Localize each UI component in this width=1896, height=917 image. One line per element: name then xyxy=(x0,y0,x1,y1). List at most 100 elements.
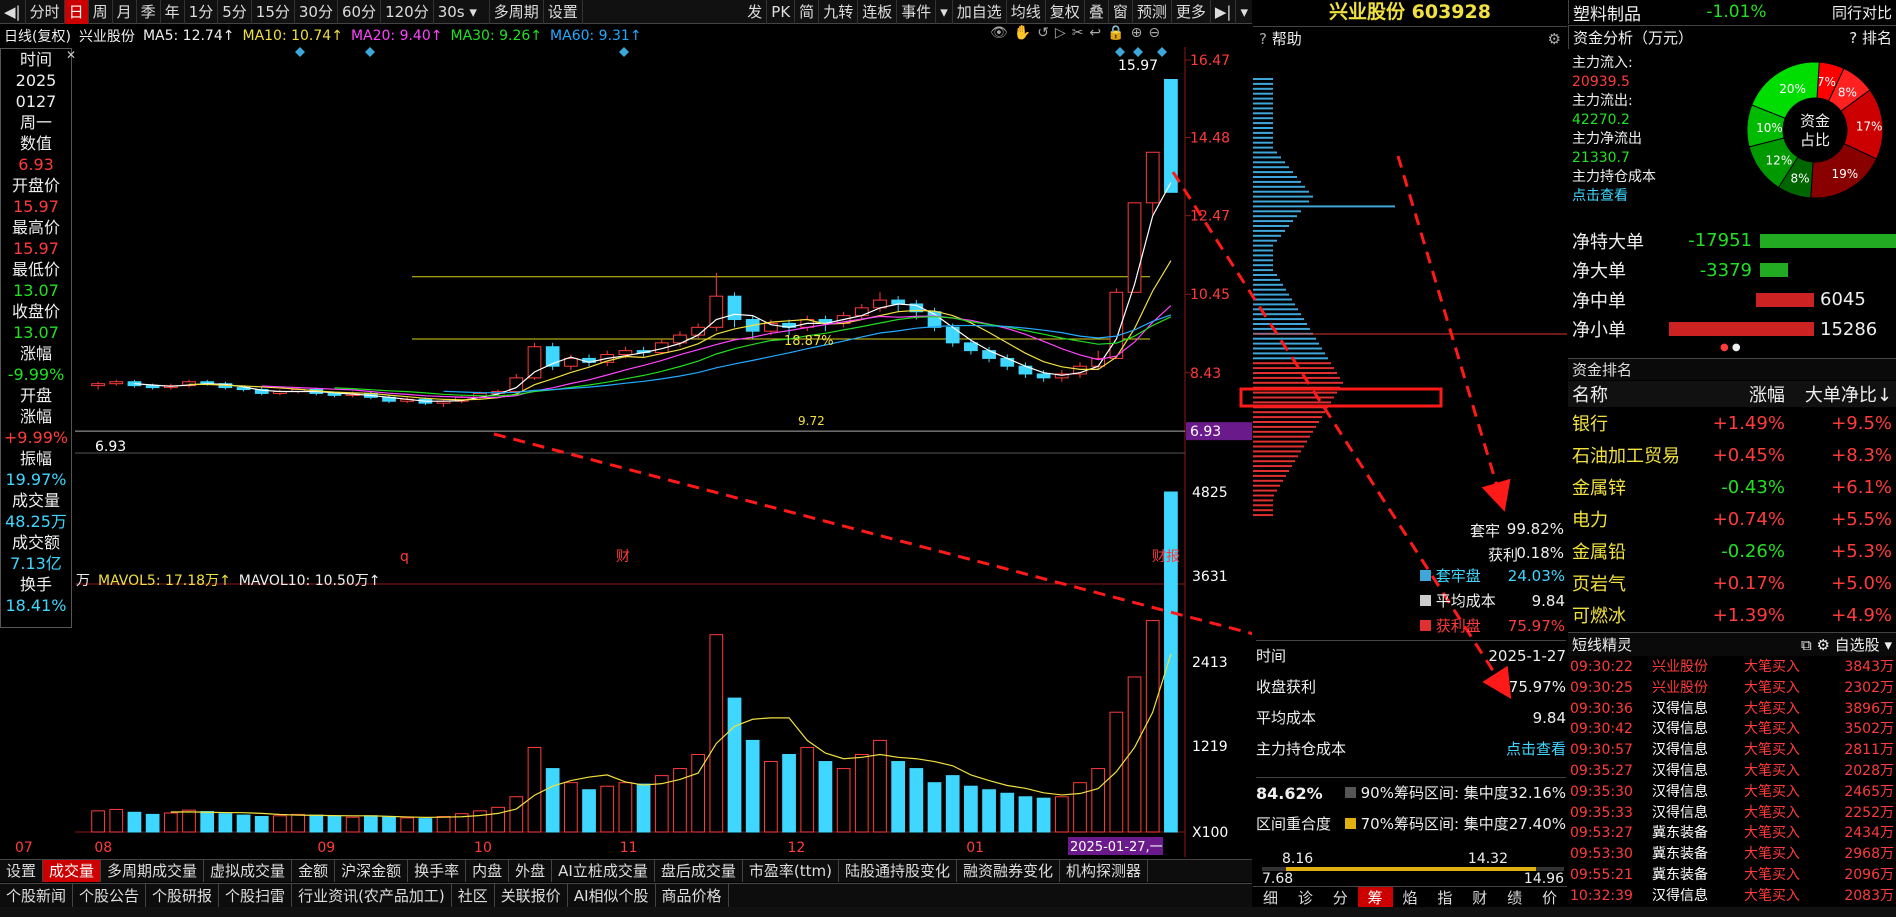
news-tab[interactable]: AI相似个股 xyxy=(568,884,656,907)
tb-event-dropdown-icon[interactable]: ▾ xyxy=(936,0,953,24)
trades-gear-icon[interactable]: ⚙ xyxy=(1816,636,1829,654)
indicator-tab[interactable]: 融资融券变化 xyxy=(957,860,1060,882)
tb-1min[interactable]: 1分 xyxy=(185,0,219,24)
tb-settings[interactable]: 设置 xyxy=(544,0,583,24)
trade-row[interactable]: 09:35:30 汉得信息 大笔买入 2465万 xyxy=(1570,782,1894,803)
news-tab[interactable]: 个股公告 xyxy=(73,884,147,907)
rank-row[interactable]: 金属铅 -0.26% +5.3% xyxy=(1568,535,1896,567)
news-tab[interactable]: 个股新闻 xyxy=(0,884,74,907)
sector-name[interactable]: 塑料制品 xyxy=(1573,0,1641,25)
compare-link[interactable]: 同行对比 xyxy=(1832,2,1892,23)
tb-adjust[interactable]: 复权 xyxy=(1046,0,1085,24)
help-icon[interactable]: ? xyxy=(1259,30,1267,48)
news-tab[interactable]: 行业资讯(农产品加工) xyxy=(292,884,452,907)
tb-post[interactable]: 发 xyxy=(743,0,768,24)
tb-yearly[interactable]: 年 xyxy=(161,0,185,24)
fund-rank-link[interactable]: 排名 xyxy=(1862,29,1892,47)
tb-quarterly[interactable]: 季 xyxy=(137,0,161,24)
indicator-tab[interactable]: 外盘 xyxy=(509,860,553,882)
expand-icon[interactable]: ⧉ xyxy=(1801,636,1812,654)
news-tab[interactable]: 商品价格 xyxy=(656,884,729,907)
chip-tab[interactable]: 绩 xyxy=(1497,887,1532,907)
panel-close-icon[interactable]: ✕ xyxy=(66,48,76,62)
tb-pk[interactable]: PK xyxy=(767,0,796,24)
trade-row[interactable]: 09:30:42 汉得信息 大笔买入 3502万 xyxy=(1570,719,1894,740)
tb-arrow-icon[interactable]: ◀| xyxy=(0,0,26,24)
chip-tab[interactable]: 财 xyxy=(1462,887,1497,907)
trade-row[interactable]: 09:35:33 汉得信息 大笔买入 2252万 xyxy=(1570,803,1894,824)
tb-60min[interactable]: 60分 xyxy=(338,0,382,24)
trade-row[interactable]: 09:55:21 冀东装备 大笔买入 2096万 xyxy=(1570,865,1894,886)
tb-monthly[interactable]: 月 xyxy=(113,0,137,24)
tb-ma[interactable]: 均线 xyxy=(1007,0,1046,24)
indicator-tab[interactable]: 换手率 xyxy=(408,860,467,882)
tb-add-watch[interactable]: 加自选 xyxy=(953,0,1007,24)
chart-mode[interactable]: 日线(复权) xyxy=(4,26,71,46)
trade-row[interactable]: 09:30:25 兴业股份 大笔买入 2302万 xyxy=(1570,678,1894,699)
tb-overlay[interactable]: 叠 xyxy=(1085,0,1109,24)
rank-row[interactable]: 页岩气 +0.17% +5.0% xyxy=(1568,567,1896,599)
rank-row[interactable]: 可燃冰 +1.39% +4.9% xyxy=(1568,599,1896,631)
tb-120min[interactable]: 120分 xyxy=(381,0,434,24)
tb-more[interactable]: 更多 xyxy=(1172,0,1211,24)
trade-row[interactable]: 09:35:27 汉得信息 大笔买入 2028万 xyxy=(1570,761,1894,782)
tb-event[interactable]: 事件 xyxy=(897,0,937,24)
chip-tab[interactable]: 筹 xyxy=(1357,887,1393,907)
trade-row[interactable]: 09:30:36 汉得信息 大笔买入 3896万 xyxy=(1570,699,1894,720)
tb-predict[interactable]: 预测 xyxy=(1133,0,1172,24)
indicator-tab[interactable]: 沪深金额 xyxy=(335,860,409,882)
chip-tab[interactable]: 焰 xyxy=(1393,887,1428,907)
chip-tab[interactable]: 诊 xyxy=(1288,887,1323,907)
fund-help-icon[interactable]: ? xyxy=(1849,29,1857,47)
rank-row[interactable]: 银行 +1.49% +9.5% xyxy=(1568,407,1896,439)
tb-menu-icon[interactable]: ▾ xyxy=(1236,0,1252,24)
indicator-tab[interactable]: 成交量 xyxy=(43,860,102,882)
page-dots[interactable]: ● ● xyxy=(1720,342,1741,353)
indicator-tab[interactable]: AI立桩成交量 xyxy=(552,860,655,882)
fund-cost-link[interactable]: 点击查看 xyxy=(1572,187,1656,206)
trade-row[interactable]: 10:32:39 汉得信息 大笔买入 2083万 xyxy=(1570,886,1894,907)
chart-tool-icons[interactable]: 👁✋↺▷✂↩🔒⊕⊖ xyxy=(990,25,1166,41)
tb-weekly[interactable]: 周 xyxy=(89,0,113,24)
rank-row[interactable]: 电力 +0.74% +5.5% xyxy=(1568,503,1896,535)
indicator-tab[interactable]: 金额 xyxy=(292,860,336,882)
indicator-tab[interactable]: 设置 xyxy=(0,860,44,882)
trade-row[interactable]: 09:30:22 兴业股份 大笔买入 3843万 xyxy=(1570,657,1894,678)
indicator-tab[interactable]: 陆股通持股变化 xyxy=(839,860,957,882)
trade-row[interactable]: 09:53:27 冀东装备 大笔买入 2434万 xyxy=(1570,823,1894,844)
tb-window[interactable]: 窗 xyxy=(1109,0,1133,24)
news-tab[interactable]: 关联报价 xyxy=(495,884,568,907)
tb-15min[interactable]: 15分 xyxy=(252,0,295,24)
chip-tab[interactable]: 价 xyxy=(1532,887,1567,907)
tb-30s[interactable]: 30s ▾ xyxy=(434,0,490,24)
tb-intraday[interactable]: 分时 xyxy=(26,0,65,24)
news-tab[interactable]: 个股扫雷 xyxy=(219,884,293,907)
tb-exit-icon[interactable]: ▶| xyxy=(1211,0,1237,24)
tb-daily[interactable]: 日 xyxy=(64,0,89,24)
news-tab[interactable]: 社区 xyxy=(452,884,495,907)
tb-limitup[interactable]: 连板 xyxy=(858,0,898,24)
indicator-tab[interactable]: 盘后成交量 xyxy=(655,860,743,882)
news-tab[interactable]: 个股研报 xyxy=(146,884,220,907)
indicator-tab[interactable]: 市盈率(ttm) xyxy=(743,860,839,882)
tb-5min[interactable]: 5分 xyxy=(218,0,252,24)
chip-tab[interactable]: 分 xyxy=(1323,887,1358,907)
tb-nine[interactable]: 九转 xyxy=(819,0,859,24)
chip-tab[interactable]: 指 xyxy=(1427,887,1462,907)
indicator-tab[interactable]: 虚拟成交量 xyxy=(204,860,293,882)
watchlist-tab[interactable]: 自选股 xyxy=(1835,636,1880,654)
indicator-tab[interactable]: 机构探测器 xyxy=(1060,860,1148,882)
rank-row[interactable]: 石油加工贸易 +0.45% +8.3% xyxy=(1568,439,1896,471)
indicator-tab[interactable]: 内盘 xyxy=(466,860,510,882)
main-cost-link[interactable]: 点击查看 xyxy=(1506,734,1566,765)
trade-row[interactable]: 09:30:57 汉得信息 大笔买入 2811万 xyxy=(1570,740,1894,761)
tb-simple[interactable]: 简 xyxy=(795,0,820,24)
kline-chart[interactable]: 16.47 14.48 12.47 10.45 8.43 6.93 4825 3631 2413… xyxy=(0,47,1252,857)
indicator-tab[interactable]: 多周期成交量 xyxy=(101,860,205,882)
chip-tab[interactable]: 细 xyxy=(1253,887,1288,907)
help-label[interactable]: 帮助 xyxy=(1272,30,1302,48)
tb-multiperiod[interactable]: 多周期 xyxy=(490,0,544,24)
rank-row[interactable]: 金属锌 -0.43% +6.1% xyxy=(1568,471,1896,503)
trade-row[interactable]: 09:53:30 冀东装备 大笔买入 2968万 xyxy=(1570,844,1894,865)
chip-gear-icon[interactable]: ⚙ xyxy=(1548,27,1561,51)
